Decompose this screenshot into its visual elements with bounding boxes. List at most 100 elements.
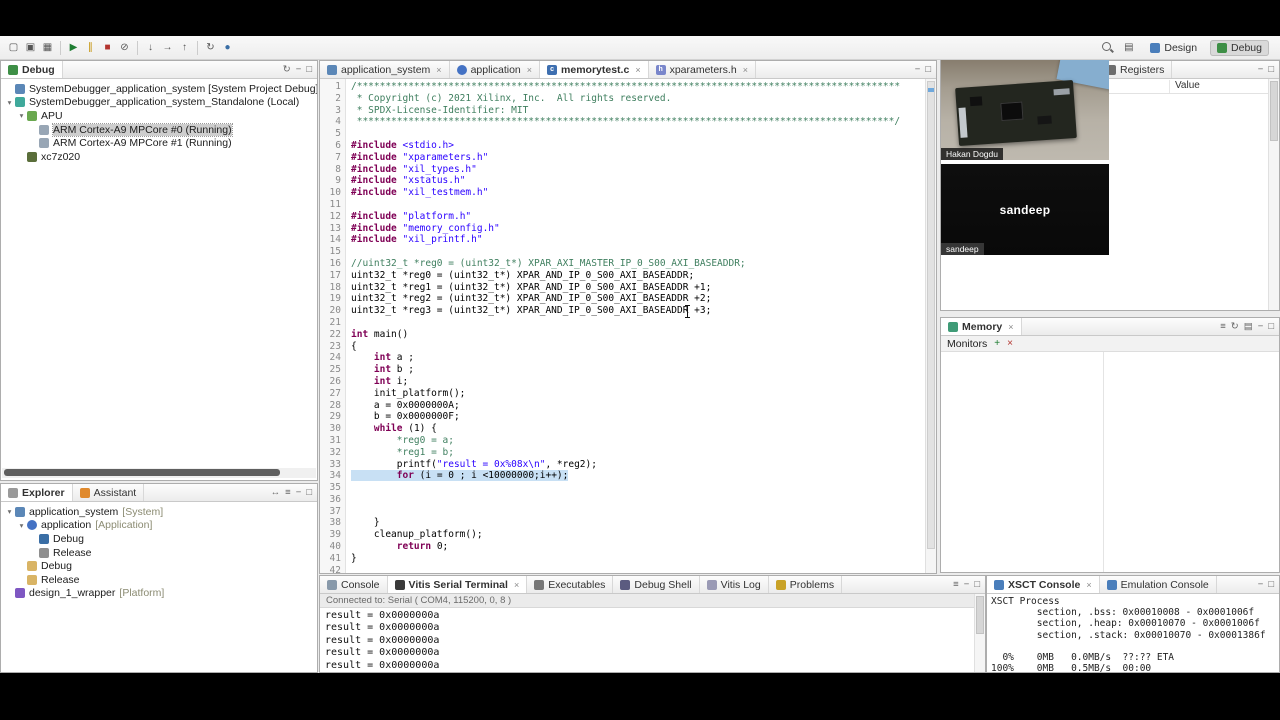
debug-tree-item[interactable]: ▾ APU xyxy=(1,109,317,123)
code-line[interactable] xyxy=(351,128,925,140)
disconnect-icon[interactable]: ⊘ xyxy=(116,39,133,56)
breakpoint-icon[interactable]: ● xyxy=(219,39,236,56)
view-menu-icon[interactable]: ≡ xyxy=(1220,321,1226,332)
restart-icon[interactable]: ↻ xyxy=(202,39,219,56)
debug-tree-item[interactable]: ARM Cortex-A9 MPCore #0 (Running) xyxy=(1,122,317,137)
maximize-icon[interactable]: □ xyxy=(306,487,312,498)
code-line[interactable]: cleanup_platform(); xyxy=(351,529,925,541)
code-line[interactable]: return 0; xyxy=(351,541,925,553)
code-line[interactable] xyxy=(351,317,925,329)
new-icon[interactable]: ▢ xyxy=(5,39,22,56)
step-over-icon[interactable]: → xyxy=(159,39,176,56)
minimize-icon[interactable]: − xyxy=(1258,64,1264,75)
step-into-icon[interactable]: ↓ xyxy=(142,39,159,56)
editor-tab-application[interactable]: application × xyxy=(450,61,541,78)
code-line[interactable]: int main() xyxy=(351,329,925,341)
expander-icon[interactable]: ▾ xyxy=(16,111,27,120)
code-line[interactable]: #include "platform.h" xyxy=(351,211,925,223)
code-line[interactable]: int i; xyxy=(351,376,925,388)
code-line[interactable]: int b ; xyxy=(351,364,925,376)
console-tab-console[interactable]: Console xyxy=(320,576,388,593)
editor-tab-xparameters-h[interactable]: h xparameters.h × xyxy=(649,61,756,78)
code-line[interactable]: while (1) { xyxy=(351,423,925,435)
tab-explorer[interactable]: Explorer xyxy=(1,484,73,501)
console-tab-vitis-serial-terminal[interactable]: Vitis Serial Terminal × xyxy=(387,576,528,593)
code-line[interactable] xyxy=(351,199,925,211)
maximize-icon[interactable]: □ xyxy=(925,64,931,75)
refresh-icon[interactable]: ↻ xyxy=(283,64,291,75)
code-line[interactable]: #include "xil_printf.h" xyxy=(351,234,925,246)
save-all-icon[interactable]: ▦ xyxy=(39,39,56,56)
code-line[interactable]: uint32_t *reg2 = (uint32_t*) XPAR_AND_IP… xyxy=(351,293,925,305)
tab-registers[interactable]: Registers xyxy=(1099,61,1173,78)
step-return-icon[interactable]: ↑ xyxy=(176,39,193,56)
code-line[interactable]: { xyxy=(351,341,925,353)
tab-debug[interactable]: Debug xyxy=(1,61,63,78)
code-line[interactable]: } xyxy=(351,553,925,565)
code-editor[interactable]: 1 2 3 4 5 6 7 8 9 10 11 12 13 14 15 16 17 18 19 20 21 22 23 24 2… xyxy=(320,79,925,573)
code-line[interactable]: #include "xstatus.h" xyxy=(351,175,925,187)
resume-icon[interactable]: ▶ xyxy=(65,39,82,56)
code-line[interactable]: #include "xil_types.h" xyxy=(351,164,925,176)
code-content[interactable]: /***************************************… xyxy=(346,79,925,573)
tab-emulation-console[interactable]: Emulation Console xyxy=(1100,576,1217,593)
explorer-tree-item[interactable]: Debug xyxy=(1,532,317,546)
open-perspective-icon[interactable]: ▤ xyxy=(1120,39,1137,56)
view-menu-icon[interactable]: ≡ xyxy=(953,579,959,590)
memory-monitors-body[interactable] xyxy=(941,352,1279,572)
code-line[interactable]: #include <stdio.h> xyxy=(351,140,925,152)
explorer-tree-item[interactable]: ▾ application [Application] xyxy=(1,519,317,533)
maximize-icon[interactable]: □ xyxy=(974,579,980,590)
code-line[interactable]: init_platform(); xyxy=(351,388,925,400)
editor-vertical-scrollbar[interactable] xyxy=(925,79,936,573)
console-tab-executables[interactable]: Executables xyxy=(527,576,614,593)
code-line[interactable] xyxy=(351,482,925,494)
tab-xsct-console[interactable]: XSCT Console × xyxy=(987,576,1100,593)
minimize-icon[interactable]: − xyxy=(915,64,921,75)
value-column-header[interactable]: Value xyxy=(1169,80,1200,93)
code-line[interactable] xyxy=(351,246,925,258)
debug-tree-item[interactable]: ARM Cortex-A9 MPCore #1 (Running) xyxy=(1,136,317,150)
close-icon[interactable]: × xyxy=(1086,580,1091,590)
scrollbar-thumb[interactable] xyxy=(976,596,984,634)
code-line[interactable]: } xyxy=(351,517,925,529)
code-line[interactable] xyxy=(351,494,925,506)
console-tab-vitis-log[interactable]: Vitis Log xyxy=(700,576,769,593)
code-line[interactable]: * Copyright (c) 2021 Xilinx, Inc. All ri… xyxy=(351,93,925,105)
code-line[interactable]: int a ; xyxy=(351,352,925,364)
code-line[interactable]: *reg0 = a; xyxy=(351,435,925,447)
close-icon[interactable]: × xyxy=(527,65,532,75)
grid-icon[interactable]: ▤ xyxy=(1244,321,1253,332)
remove-monitor-icon[interactable]: × xyxy=(1007,338,1013,349)
expander-icon[interactable]: ▾ xyxy=(4,98,15,107)
scrollbar-thumb[interactable] xyxy=(4,469,280,476)
perspective-debug[interactable]: Debug xyxy=(1210,39,1269,56)
serial-terminal-output[interactable]: result = 0x0000000a result = 0x0000000a re… xyxy=(320,608,974,672)
minimize-icon[interactable]: − xyxy=(296,64,302,75)
close-icon[interactable]: × xyxy=(743,65,748,75)
code-line[interactable]: uint32_t *reg1 = (uint32_t*) XPAR_AND_IP… xyxy=(351,282,925,294)
explorer-tree-item[interactable]: Release xyxy=(1,546,317,560)
expander-icon[interactable]: ▾ xyxy=(16,521,27,530)
explorer-tree-item[interactable]: design_1_wrapper [Platform] xyxy=(1,587,317,601)
terminate-icon[interactable]: ■ xyxy=(99,39,116,56)
tab-memory[interactable]: Memory × xyxy=(941,318,1022,335)
maximize-icon[interactable]: □ xyxy=(1268,321,1274,332)
view-menu-icon[interactable]: ≡ xyxy=(285,487,291,498)
code-line[interactable]: * SPDX-License-Identifier: MIT xyxy=(351,105,925,117)
close-icon[interactable]: × xyxy=(1008,322,1013,332)
code-line[interactable]: a = 0x0000000A; xyxy=(351,400,925,412)
minimize-icon[interactable]: − xyxy=(1258,321,1264,332)
code-line[interactable]: uint32_t *reg3 = (uint32_t*) XPAR_AND_IP… xyxy=(351,305,925,317)
registers-vertical-scrollbar[interactable] xyxy=(1268,79,1279,310)
code-line[interactable]: #include "memory_config.h" xyxy=(351,223,925,235)
maximize-icon[interactable]: □ xyxy=(1268,579,1274,590)
editor-tab-memorytest-c[interactable]: c memorytest.c × xyxy=(540,61,649,78)
explorer-tree-item[interactable]: Release xyxy=(1,573,317,587)
maximize-icon[interactable]: □ xyxy=(1268,64,1274,75)
save-icon[interactable]: ▣ xyxy=(22,39,39,56)
add-monitor-icon[interactable]: + xyxy=(994,338,1000,349)
perspective-design[interactable]: Design xyxy=(1143,40,1204,56)
refresh-icon[interactable]: ↻ xyxy=(1231,321,1239,332)
explorer-tree-item[interactable]: ▾ application_system [System] xyxy=(1,505,317,519)
